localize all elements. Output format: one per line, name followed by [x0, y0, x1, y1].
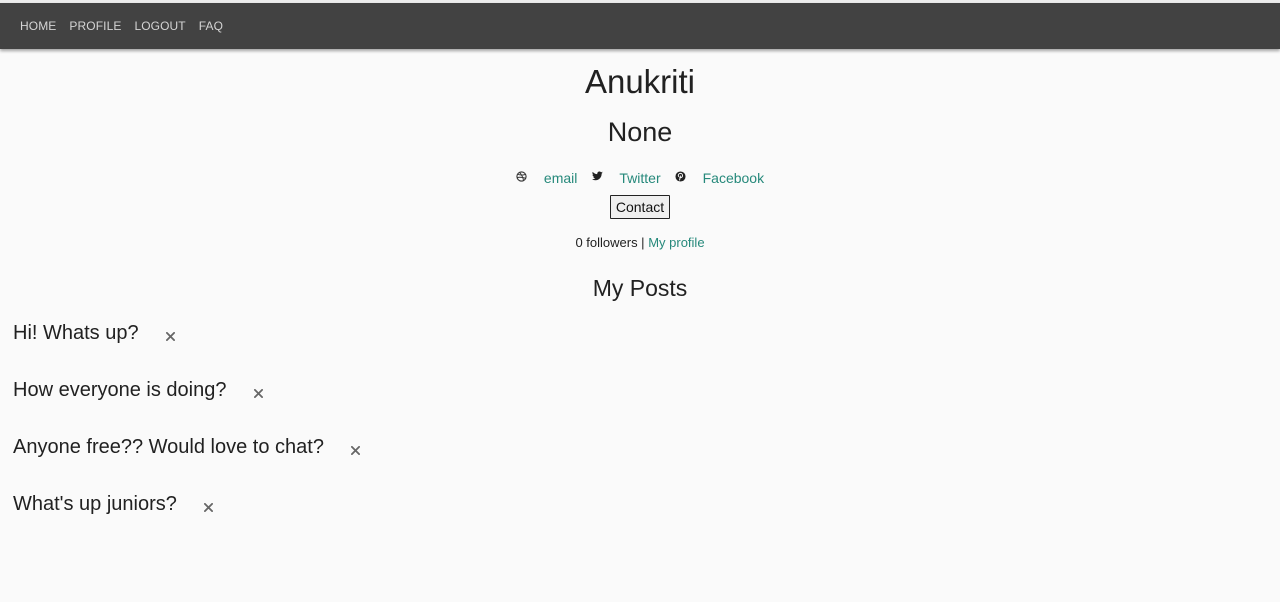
twitter-link[interactable]: Twitter: [619, 170, 660, 186]
post-text: Anyone free?? Would love to chat?: [13, 435, 324, 458]
contact-button[interactable]: Contact: [609, 195, 671, 219]
post-text: How everyone is doing?: [13, 378, 227, 401]
followers-count: 0 followers |: [575, 235, 645, 250]
nav-logout-link[interactable]: LOGOUT: [134, 19, 185, 33]
my-profile-link[interactable]: My profile: [648, 235, 704, 250]
delete-post-icon[interactable]: [165, 330, 177, 342]
social-links: email Twitter Facebook: [0, 168, 1280, 188]
nav-home-link[interactable]: HOME: [20, 19, 56, 33]
profile-name: Anukriti: [584, 63, 696, 100]
nav-faq-link[interactable]: FAQ: [199, 19, 223, 33]
profile-subtitle: None: [607, 117, 673, 147]
pinterest-icon[interactable]: [675, 170, 687, 182]
delete-post-icon[interactable]: [203, 501, 215, 513]
posts-heading: My Posts: [592, 275, 688, 301]
top-navbar: HOME PROFILE LOGOUT FAQ: [0, 3, 1280, 49]
post-text: What's up juniors?: [13, 492, 177, 515]
post-item: Hi! Whats up?: [13, 319, 177, 347]
delete-post-icon[interactable]: [350, 444, 362, 456]
email-link[interactable]: email: [544, 170, 577, 186]
delete-post-icon[interactable]: [252, 387, 264, 399]
contact-row: Contact: [0, 195, 1280, 221]
facebook-link[interactable]: Facebook: [703, 170, 764, 186]
twitter-icon[interactable]: [591, 170, 603, 182]
post-text: Hi! Whats up?: [13, 321, 139, 344]
post-item: How everyone is doing?: [13, 376, 264, 404]
post-item: What's up juniors?: [13, 490, 215, 518]
dribbble-icon[interactable]: [516, 170, 528, 182]
followers-line: 0 followers | My profile: [0, 235, 1280, 251]
post-item: Anyone free?? Would love to chat?: [13, 433, 362, 461]
nav-profile-link[interactable]: PROFILE: [69, 19, 121, 33]
